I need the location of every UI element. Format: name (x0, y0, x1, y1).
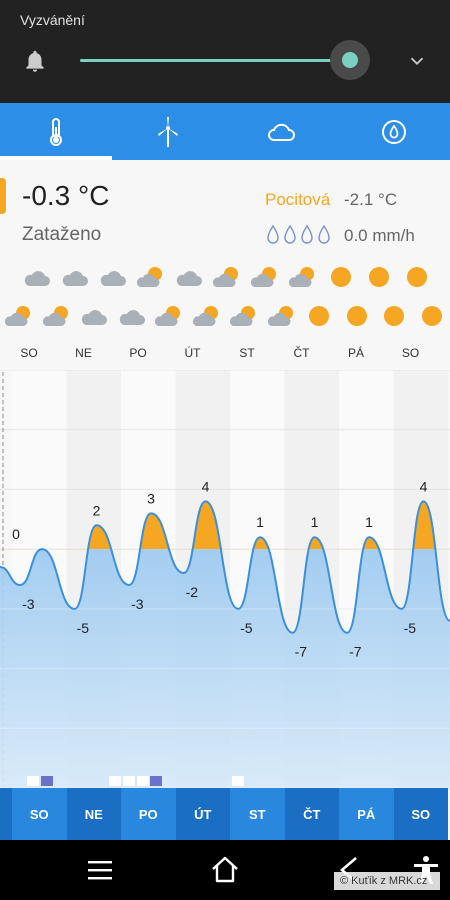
max-temperature-label: 1 (311, 514, 319, 530)
precipitation-marker (27, 776, 39, 786)
navigation-bar (0, 840, 450, 900)
partly-cloudy-icon (4, 303, 34, 329)
min-temperature-label: -2 (186, 584, 199, 600)
day-labels-row: SO NE PO ÚT ST ČT PÁ SO (0, 346, 450, 362)
drop-circle-icon (382, 119, 406, 144)
volume-panel: Vyzvánění (0, 0, 450, 103)
cloud-icon (22, 264, 52, 290)
current-temperature: -0.3 °C (22, 180, 110, 211)
tab-precipitation[interactable] (338, 103, 450, 160)
max-temperature-label: 1 (256, 514, 264, 530)
sun-icon (326, 264, 356, 290)
cloud-icon (60, 264, 90, 290)
precipitation-marker (232, 776, 244, 786)
day-label: ST (239, 346, 255, 360)
sun-icon (417, 303, 447, 329)
forecast-panel: -0.3 °C Zataženo Pocitová -2.1 °C 0.0 mm… (0, 160, 450, 840)
day-selector-button[interactable]: ST (230, 788, 285, 840)
thermometer-icon (50, 117, 62, 146)
precipitation-marker (150, 776, 162, 786)
max-temperature-label: 2 (93, 502, 101, 518)
partly-cloudy-icon (192, 303, 222, 329)
precipitation-drops-icon (267, 224, 330, 244)
max-temperature-label: 0 (12, 526, 20, 542)
cloud-icon (174, 264, 204, 290)
min-temperature-label: -5 (240, 620, 253, 636)
forecast-icons-row-2 (0, 303, 450, 331)
cloud-icon (98, 264, 128, 290)
sun-icon (342, 303, 372, 329)
day-selector-button[interactable]: PO (121, 788, 176, 840)
sun-icon (402, 264, 432, 290)
cloud-icon (79, 303, 109, 329)
day-label: ČT (293, 346, 310, 360)
partly-cloudy-icon (288, 264, 318, 290)
day-selector-button[interactable]: ÚT (175, 788, 230, 840)
partly-cloudy-icon (136, 264, 166, 290)
min-temperature-label: -3 (131, 596, 144, 612)
min-temperature-label: -3 (22, 596, 35, 612)
volume-slider-fill (80, 59, 350, 62)
precipitation-marker (137, 776, 149, 786)
cloud-icon (268, 123, 295, 141)
partly-cloudy-icon (154, 303, 184, 329)
sun-icon (304, 303, 334, 329)
max-temperature-label: 3 (147, 490, 155, 506)
chevron-down-icon[interactable] (406, 50, 428, 72)
min-temperature-label: -7 (295, 644, 308, 660)
wind-turbine-icon (158, 116, 178, 147)
volume-slider-thumb[interactable] (341, 52, 358, 68)
day-label: SO (401, 346, 420, 360)
max-temperature-label: 4 (420, 478, 428, 494)
max-temperature-label: 1 (365, 514, 373, 530)
current-condition: Zataženo (22, 224, 102, 245)
day-label: PÁ (347, 346, 364, 360)
day-label: ÚT (184, 346, 201, 360)
day-selector-edge (0, 788, 12, 840)
volume-title: Vyzvánění (20, 12, 85, 28)
menu-icon[interactable] (84, 854, 116, 886)
min-temperature-label: -5 (77, 620, 90, 636)
min-temperature-label: -5 (404, 620, 417, 636)
partly-cloudy-icon (212, 264, 242, 290)
watermark: © Kuťík z MRK.cz (334, 872, 440, 890)
temperature-marker (0, 178, 6, 214)
tab-wind[interactable] (112, 103, 224, 160)
day-selector-button[interactable]: PÁ (339, 788, 394, 840)
feels-like-value: -2.1 °C (344, 190, 398, 209)
day-label: PO (129, 346, 147, 360)
day-selector-button[interactable]: SO (12, 788, 67, 840)
day-label: SO (20, 346, 38, 360)
day-selector-button[interactable]: SO (393, 788, 448, 840)
day-selector-bar: SO NE PO ÚT ST ČT PÁ SO (0, 788, 450, 840)
sun-icon (379, 303, 409, 329)
precipitation-marker (123, 776, 135, 786)
sun-icon (364, 264, 394, 290)
day-selector-button[interactable]: NE (66, 788, 121, 840)
precipitation-marker (109, 776, 121, 786)
day-label: NE (75, 346, 92, 360)
forecast-icons-row-1 (0, 264, 450, 292)
precipitation-value: 0.0 mm/h (344, 226, 415, 245)
min-temperature-label: -7 (349, 644, 362, 660)
bell-icon[interactable] (22, 48, 48, 74)
partly-cloudy-icon (250, 264, 280, 290)
max-temperature-label: 4 (202, 478, 210, 494)
tab-clouds[interactable] (225, 103, 337, 160)
volume-slider[interactable] (80, 59, 370, 62)
precipitation-marker (41, 776, 53, 786)
feels-like-label: Pocitová (265, 190, 331, 209)
day-selector-button[interactable]: ČT (284, 788, 339, 840)
tab-bar (0, 103, 450, 160)
partly-cloudy-icon (229, 303, 259, 329)
partly-cloudy-icon (42, 303, 72, 329)
home-icon[interactable] (209, 854, 241, 886)
temperature-chart: 0 -3 2 -5 3 -3 4 -2 1 -5 1 -7 1 -7 4 -5 (0, 370, 450, 790)
partly-cloudy-icon (267, 303, 297, 329)
tab-temperature[interactable] (0, 103, 112, 160)
cloud-icon (117, 303, 147, 329)
